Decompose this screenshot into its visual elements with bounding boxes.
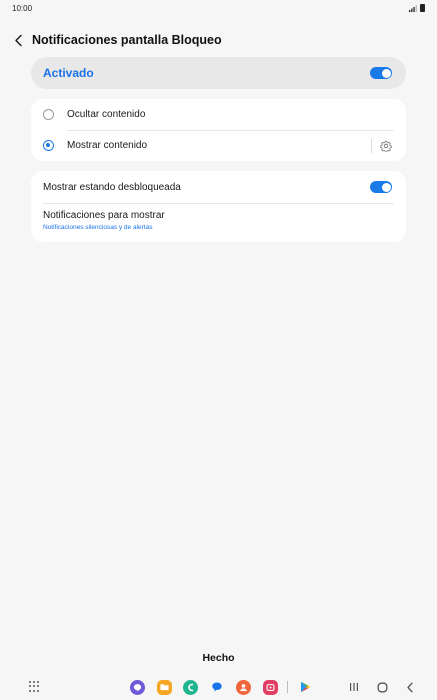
radio-label-show-content: Mostrar contenido (67, 140, 148, 151)
notifications-to-show-label: Notificaciones para mostrar (43, 210, 165, 221)
recents-icon (350, 683, 358, 691)
apps-grid-icon[interactable] (29, 681, 40, 692)
show-unlocked-label: Mostrar estando desbloqueada (43, 181, 181, 193)
phone-icon (187, 683, 193, 691)
radio-option-hide-content[interactable]: Ocultar contenido (31, 99, 406, 130)
vertical-divider (371, 138, 372, 153)
home-button[interactable] (375, 680, 389, 694)
chevron-left-icon (14, 34, 22, 46)
home-icon (377, 682, 387, 692)
header: Notificaciones pantalla Bloqueo (0, 30, 437, 50)
gear-icon (380, 140, 392, 152)
play-store-icon (301, 681, 311, 693)
content-settings-button[interactable] (380, 140, 392, 152)
dock-app-files-icon[interactable] (156, 679, 172, 695)
message-bubble-icon (212, 682, 222, 692)
toggle-knob (381, 182, 391, 192)
dock-app-chat-icon[interactable] (130, 679, 145, 695)
recents-button[interactable] (347, 680, 361, 694)
radio-option-show-content[interactable]: Mostrar contenido (31, 130, 406, 161)
radio-button-show-content[interactable] (43, 140, 54, 151)
content-options-card: Ocultar contenido Mostrar contenido (31, 99, 406, 161)
notifications-to-show-row[interactable]: Notificaciones para mostrar Notificacion… (31, 204, 406, 242)
master-toggle[interactable] (370, 67, 392, 79)
radio-button-hide-content[interactable] (43, 109, 54, 120)
notifications-to-show-value: Notificaciones silenciosas y de alertas (43, 224, 153, 231)
dock-app-messages-icon[interactable] (210, 680, 225, 695)
person-icon (240, 683, 247, 691)
back-button[interactable] (6, 30, 30, 50)
dock-app-phone-icon[interactable] (183, 679, 198, 695)
master-switch-row[interactable]: Activado (31, 57, 406, 89)
page-title: Notificaciones pantalla Bloqueo (32, 33, 222, 47)
nav-back-button[interactable] (403, 680, 417, 694)
battery-icon (420, 4, 425, 12)
nav-back-icon (407, 682, 413, 692)
radio-label-hide-content: Ocultar contenido (67, 109, 146, 120)
play-square-icon (266, 683, 274, 691)
status-icons (409, 4, 425, 12)
folder-icon (159, 684, 169, 691)
navigation-bar (0, 676, 437, 698)
dock-app-contacts-icon[interactable] (236, 679, 251, 695)
show-unlocked-row[interactable]: Mostrar estando desbloqueada (31, 171, 406, 203)
lock-options-card: Mostrar estando desbloqueada Notificacio… (31, 171, 406, 242)
dock-app-video-icon[interactable] (262, 679, 278, 695)
toggle-knob (381, 68, 391, 78)
status-time: 10:00 (12, 3, 33, 13)
app-dock (130, 678, 325, 696)
dock-divider (287, 681, 288, 693)
done-button[interactable]: Hecho (0, 652, 437, 664)
master-switch-label: Activado (43, 66, 94, 80)
chat-bubble-icon (133, 683, 142, 692)
status-bar: 10:00 (0, 0, 437, 16)
dock-app-play-store-icon[interactable] (298, 680, 313, 695)
signal-icon (409, 4, 417, 12)
show-unlocked-toggle[interactable] (370, 181, 392, 193)
